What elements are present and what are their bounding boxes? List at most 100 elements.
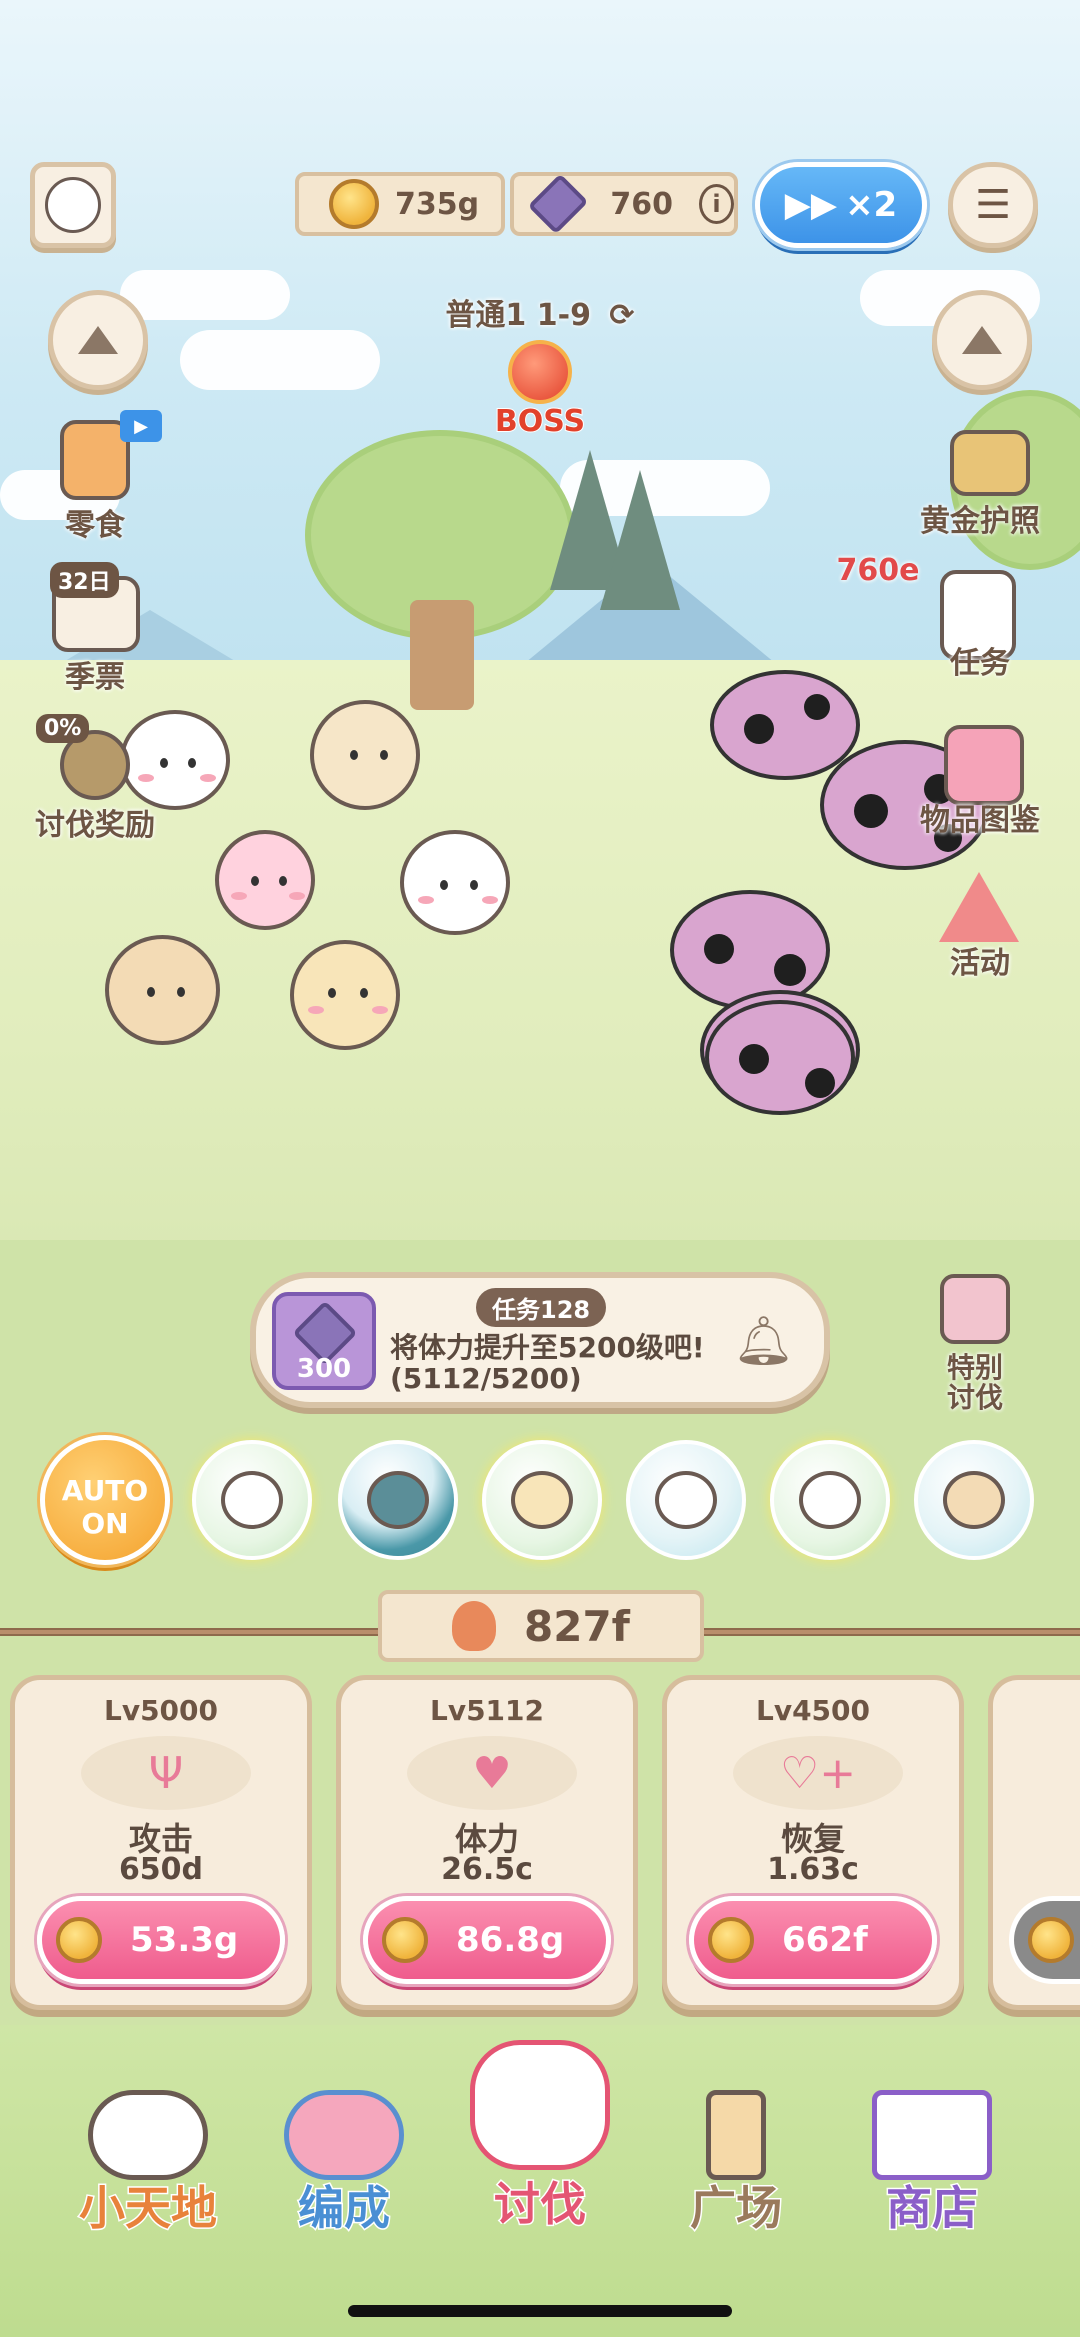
nav-shop-label: 商店 <box>885 2180 980 2237</box>
damage-number: 760e <box>836 553 920 588</box>
nav-battle[interactable]: 讨伐 <box>440 2000 640 2233</box>
dps-value: 827f <box>524 1601 630 1651</box>
expand-up-button-left[interactable] <box>48 290 148 390</box>
hunt-reward-button[interactable]: 0% 讨伐奖励 <box>20 710 170 843</box>
dps-display: 827f <box>378 1590 704 1662</box>
fast-forward-icon: ▶▶ <box>784 185 838 225</box>
upgrade-cost: 53.3g <box>130 1920 239 1960</box>
party-character-usagi <box>290 940 400 1050</box>
stat-card-attack: Lv5000 Ψ 攻击 650d 53.3g <box>10 1675 312 2010</box>
coin-icon <box>329 179 379 229</box>
speed-button[interactable]: ▶▶ ×2 <box>755 162 927 248</box>
gem-icon <box>527 173 589 235</box>
coin-counter[interactable]: 735g <box>295 172 505 236</box>
quest-reward-box: 300 <box>272 1292 376 1390</box>
upgrade-cost: 662f <box>782 1920 868 1960</box>
upgrade-stamina-button[interactable]: 86.8g <box>363 1896 611 1984</box>
shop-building-icon <box>872 2090 992 2180</box>
party-character-rakko <box>105 935 220 1045</box>
upgrade-attack-button[interactable]: 53.3g <box>37 1896 285 1984</box>
stat-card-stamina: Lv5112 ♥ 体力 26.5c 86.8g <box>336 1675 638 2010</box>
stat-level: Lv4500 <box>755 1694 871 1727</box>
stat-level: Lv5000 <box>103 1694 219 1727</box>
stat-card-next-partial[interactable] <box>988 1675 1080 2010</box>
reward-percent-badge: 0% <box>36 714 90 743</box>
stat-value: 26.5c <box>441 1852 533 1887</box>
speed-multiplier: ×2 <box>845 185 898 225</box>
heart-plus-icon: ♡+ <box>733 1736 903 1810</box>
event-button[interactable]: 活动 <box>915 862 1045 992</box>
nav-square[interactable]: 广场 <box>636 2040 836 2240</box>
bell-icon: 🔔︎ <box>733 1313 794 1369</box>
auto-toggle-button[interactable]: AUTO ON <box>40 1435 170 1565</box>
party-character-hachiware <box>400 830 510 935</box>
enemy-ladybug <box>670 890 830 1010</box>
item-catalog-button[interactable]: 物品图鉴 <box>900 715 1060 845</box>
momonga-portrait-icon <box>799 1471 861 1529</box>
boss-button[interactable]: BOSS <box>490 340 590 440</box>
skill-slot-kuriman[interactable] <box>914 1440 1034 1560</box>
menu-button[interactable]: ☰ <box>948 162 1038 248</box>
stat-value: 1.63c <box>767 1852 859 1887</box>
trident-fork-icon <box>940 1274 1010 1344</box>
skill-slot-usagi[interactable] <box>482 1440 602 1560</box>
quest-description: 将体力提升至5200级吧! <box>390 1331 705 1364</box>
nav-square-label: 广场 <box>689 2180 784 2237</box>
skill-slot-momonga[interactable] <box>770 1440 890 1560</box>
upgrade-recovery-button[interactable]: 662f <box>689 1896 937 1984</box>
nav-shop[interactable]: 商店 <box>832 2040 1032 2240</box>
expand-up-button-right[interactable] <box>932 290 1032 390</box>
quest-reward-count: 300 <box>296 1354 352 1384</box>
locked-cost-button <box>1009 1896 1080 1984</box>
quest-progress: (5112/5200) <box>390 1362 582 1395</box>
item-catalog-label: 物品图鉴 <box>920 803 1040 838</box>
signpost-icon <box>706 2090 766 2180</box>
flame-icon <box>452 1601 497 1651</box>
rakko-portrait-icon <box>367 1471 429 1529</box>
stage-name[interactable]: 普通1 1-9 ⟳ <box>420 290 660 334</box>
quest-tag: 任务128 <box>476 1288 607 1327</box>
tasks-label: 任务 <box>950 646 1010 681</box>
coin-icon <box>1028 1917 1074 1963</box>
video-ad-icon: ▶ <box>120 410 162 442</box>
snack-label: 零食 <box>65 508 125 543</box>
usagi-portrait-icon <box>511 1471 573 1529</box>
profile-button[interactable] <box>30 162 116 248</box>
event-label: 活动 <box>950 946 1010 981</box>
special-hunt-button[interactable]: 特别 讨伐 <box>910 1270 1040 1414</box>
snack-button[interactable]: ▶ 零食 <box>30 410 162 543</box>
profile-avatar <box>45 177 101 233</box>
nav-team-label: 编成 <box>297 2180 392 2237</box>
season-pass-button[interactable]: 32日 季票 <box>30 562 160 695</box>
tasks-button[interactable]: 任务 <box>915 560 1045 690</box>
gem-counter[interactable]: 760 i <box>510 172 738 236</box>
team-characters-icon <box>284 2090 404 2180</box>
skill-slot-hachiware[interactable] <box>192 1440 312 1560</box>
nav-battle-label: 讨伐 <box>493 2176 588 2233</box>
pine-tree <box>600 470 680 610</box>
gold-passport-label: 黄金护照 <box>920 504 1040 539</box>
quest-card[interactable]: 300 任务128 将体力提升至5200级吧! (5112/5200) 🔔︎ <box>250 1272 830 1408</box>
cloud <box>120 270 290 320</box>
nav-home-label: 小天地 <box>78 2180 219 2237</box>
stat-card-recovery: Lv4500 ♡+ 恢复 1.63c 662f <box>662 1675 964 2010</box>
special-hunt-label-2: 讨伐 <box>946 1381 1003 1414</box>
skill-slot-rakko[interactable] <box>338 1440 458 1560</box>
nav-team[interactable]: 编成 <box>244 2040 444 2240</box>
info-icon[interactable]: i <box>699 184 734 224</box>
stat-value: 650d <box>118 1852 204 1887</box>
gold-passport-button[interactable]: 黄金护照 <box>900 420 1060 540</box>
triangle-up-icon <box>962 326 1002 354</box>
boss-label: BOSS <box>494 403 586 440</box>
coin-amount: 735g <box>395 186 480 222</box>
stage-label: 普通1 1-9 <box>445 298 591 333</box>
auto-state: ON <box>81 1507 129 1540</box>
enemy-ladybug <box>705 1000 855 1115</box>
party-character-chiikawa <box>215 830 315 930</box>
skill-slot-chiikawa[interactable] <box>626 1440 746 1560</box>
battle-character-icon <box>470 2040 610 2170</box>
coin-icon <box>56 1917 102 1963</box>
cloud <box>180 330 380 390</box>
passport-icon <box>950 430 1030 496</box>
nav-home[interactable]: 小天地 <box>48 2040 248 2240</box>
